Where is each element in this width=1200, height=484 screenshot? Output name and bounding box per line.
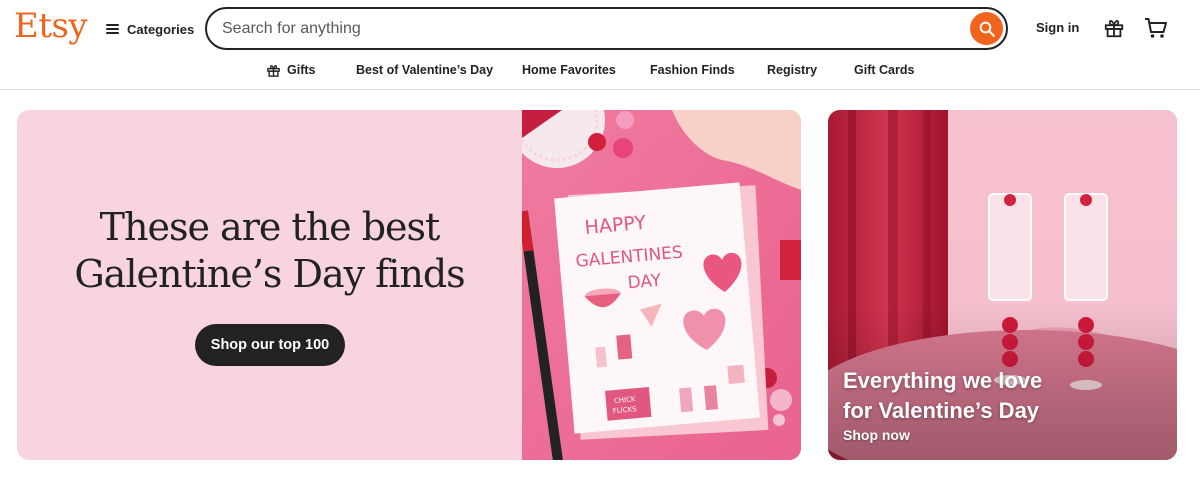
nav-item-best-of-valentines-day[interactable]: Best of Valentine’s Day <box>356 60 493 80</box>
hero-title-line: Galentine’s Day finds <box>74 252 465 296</box>
nav-item-gift-cards[interactable]: Gift Cards <box>854 60 914 80</box>
promo-title-line: Everything we love <box>843 368 1043 393</box>
shop-top-100-button[interactable]: Shop our top 100 <box>195 324 345 366</box>
hero-title-line: These are the best <box>99 205 441 249</box>
nav-item-label: Gift Cards <box>854 63 915 77</box>
search-input[interactable] <box>222 18 922 40</box>
nav-item-label: Home Favorites <box>522 63 616 77</box>
categories-label: Categories <box>127 21 195 37</box>
galentines-card-photo: HAPPY GALENTINES DAY CHICK FLICKS <box>522 110 801 460</box>
nav-item-label: Gifts <box>287 63 316 77</box>
shop-now-link[interactable]: Shop now <box>843 427 910 443</box>
cart-icon[interactable] <box>1144 17 1168 39</box>
galentines-card-illustration: HAPPY GALENTINES DAY CHICK FLICKS <box>522 110 801 460</box>
categories-button[interactable]: Categories <box>106 19 194 39</box>
galentines-hero-banner[interactable]: These are the best Galentine’s Day finds… <box>17 110 801 460</box>
card-text: DAY <box>627 271 663 294</box>
nav-item-label: Registry <box>767 63 818 77</box>
hamburger-icon <box>106 24 119 34</box>
category-nav: Gifts Best of Valentine’s Day Home Favor… <box>0 60 1200 80</box>
nav-item-gifts[interactable]: Gifts <box>266 60 315 80</box>
hero-title: These are the best Galentine’s Day finds <box>17 204 522 298</box>
promo-title-line: for Valentine’s Day <box>843 398 1040 423</box>
nav-item-label: Best of Valentine’s Day <box>356 63 494 77</box>
search-bar <box>205 7 1008 50</box>
etsy-logo[interactable]: Etsy <box>14 6 88 46</box>
gift-icon <box>267 64 280 77</box>
nav-item-home-favorites[interactable]: Home Favorites <box>522 60 616 80</box>
promo-title: Everything we love for Valentine’s Day <box>843 366 1163 426</box>
nav-item-fashion-finds[interactable]: Fashion Finds <box>650 60 735 80</box>
hero-text-panel: These are the best Galentine’s Day finds… <box>17 110 522 460</box>
search-button[interactable] <box>970 12 1003 45</box>
gift-icon[interactable] <box>1103 17 1125 39</box>
nav-item-registry[interactable]: Registry <box>767 60 817 80</box>
search-icon <box>979 21 995 37</box>
nav-item-label: Fashion Finds <box>650 63 735 77</box>
sign-in-link[interactable]: Sign in <box>1036 20 1079 35</box>
valentines-promo-card[interactable]: Everything we love for Valentine’s Day S… <box>828 110 1177 460</box>
site-header: Etsy Categories Sign in <box>0 0 1200 90</box>
